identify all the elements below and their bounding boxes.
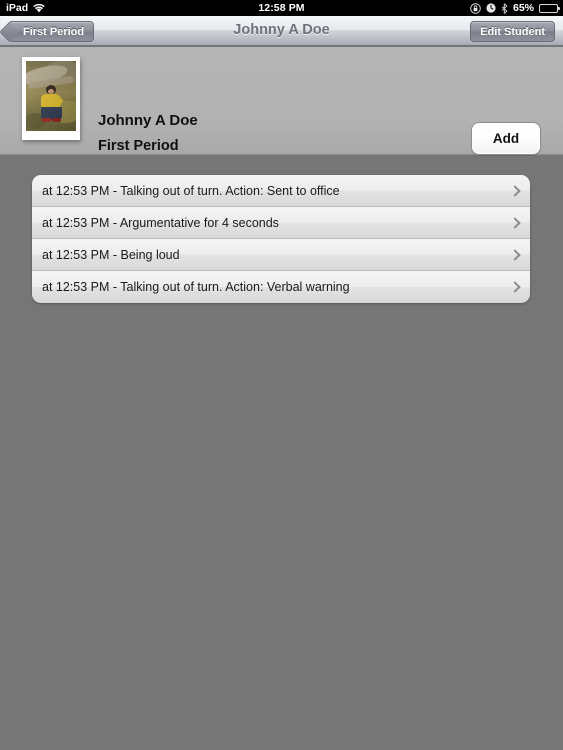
incident-text: at 12:53 PM - Being loud [42, 247, 180, 262]
rotation-lock-icon [470, 2, 481, 14]
incident-text: at 12:53 PM - Argumentative for 4 second… [42, 215, 279, 230]
status-bar-right: 65% [470, 0, 560, 16]
bluetooth-icon [501, 2, 508, 14]
incident-row[interactable]: at 12:53 PM - Being loud [32, 239, 530, 271]
incident-row[interactable]: at 12:53 PM - Argumentative for 4 second… [32, 207, 530, 239]
edit-student-label: Edit Student [480, 25, 545, 38]
incident-row[interactable]: at 12:53 PM - Talking out of turn. Actio… [32, 271, 530, 303]
content-area: at 12:53 PM - Talking out of turn. Actio… [0, 156, 563, 750]
incident-row[interactable]: at 12:53 PM - Talking out of turn. Actio… [32, 175, 530, 207]
status-bar: iPad 12:58 PM 65% [0, 0, 563, 16]
incident-list: at 12:53 PM - Talking out of turn. Actio… [32, 175, 530, 303]
incident-text: at 12:53 PM - Talking out of turn. Actio… [42, 280, 350, 294]
navigation-bar: First Period Johnny A Doe Edit Student [0, 16, 563, 46]
alarm-clock-icon [486, 3, 496, 13]
chevron-right-icon [511, 248, 520, 262]
incident-text: at 12:53 PM - Talking out of turn. Actio… [42, 183, 340, 198]
student-name: Johnny A Doe [98, 112, 198, 129]
ipad-screen: iPad 12:58 PM 65% First Period Johnny A … [0, 0, 563, 750]
back-button-label: First Period [23, 25, 85, 38]
chevron-right-icon [511, 280, 520, 294]
battery-percent-label: 65% [512, 2, 534, 14]
edit-student-button[interactable]: Edit Student [470, 21, 555, 42]
add-button[interactable]: Add [471, 122, 541, 155]
student-photo [26, 61, 76, 131]
chevron-right-icon [511, 216, 520, 230]
add-button-label: Add [492, 131, 520, 146]
student-header-panel: Johnny A Doe First Period Add [0, 47, 563, 155]
battery-icon [539, 3, 560, 13]
photo-shading [26, 61, 76, 131]
chevron-right-icon [511, 184, 520, 198]
student-photo-frame[interactable] [22, 57, 80, 140]
student-period: First Period [98, 138, 179, 154]
